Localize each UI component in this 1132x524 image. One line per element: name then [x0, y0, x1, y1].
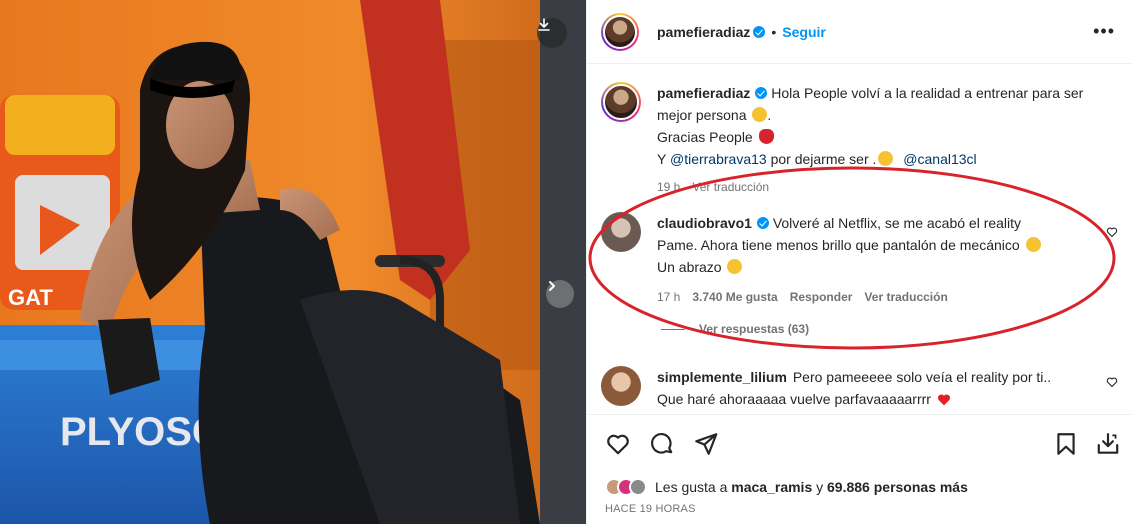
comment-text-line1: Pero pameeeee solo veía el reality por t… [792, 369, 1052, 385]
likes-user[interactable]: maca_ramis [731, 479, 812, 495]
view-replies-label: Ver respuestas (63) [699, 322, 810, 336]
post-detail-panel: pamefieradiaz • Seguir ••• pamefieradiaz… [586, 0, 1132, 524]
mention-tierrabrava13[interactable]: @tierrabrava13 [670, 151, 767, 167]
comment-username[interactable]: simplemente_lilium [657, 369, 787, 385]
caption-text-line2: Gracias People [657, 129, 753, 145]
view-replies-button[interactable]: Ver respuestas (63) [661, 322, 809, 336]
verified-badge-icon [756, 217, 769, 229]
comment-likes-count[interactable]: 3.740 Me gusta [692, 286, 777, 308]
comment-reply-button[interactable]: Responder [790, 286, 853, 308]
lips-emoji-icon [758, 129, 774, 144]
comment-time: 17 h [657, 290, 681, 304]
post-timestamp: HACE 19 HORAS [605, 503, 696, 515]
cooler-label: PLYOSO [60, 410, 223, 454]
comment-like-heart-icon[interactable] [1106, 376, 1118, 388]
comment-text-line1: Volveré al Netflix, se me acabó el reali… [772, 215, 1022, 231]
likes-others[interactable]: 69.886 personas más [827, 479, 968, 495]
zany-face-emoji-icon [1025, 237, 1041, 252]
comment-text-line2: Que haré ahoraaaaa vuelve parfavaaaaarrr… [657, 391, 931, 407]
comment-item: claudiobravo1 Volveré al Netflix, se me … [601, 212, 1121, 308]
red-heart-emoji-icon [937, 394, 950, 406]
separator-dot: • [771, 23, 777, 40]
post-photo: GAT PLYOSO [0, 0, 586, 524]
comment-text-line2: Pame. Ahora tiene menos brillo que panta… [657, 237, 1020, 253]
caption-username[interactable]: pamefieradiaz [657, 85, 750, 101]
caption-time: 19 h [657, 180, 681, 194]
author-avatar[interactable] [601, 12, 639, 51]
comment-item: simplemente_lilium Pero pameeeee solo ve… [601, 366, 1121, 410]
commenter-avatar[interactable] [601, 366, 641, 406]
follow-button[interactable]: Seguir [782, 24, 826, 40]
author-username[interactable]: pamefieradiaz [657, 24, 750, 40]
chevron-right-icon [549, 281, 555, 291]
download-tray-icon[interactable] [1095, 431, 1121, 457]
post-media[interactable]: GAT PLYOSO [0, 0, 586, 524]
more-options-icon[interactable]: ••• [1093, 22, 1115, 40]
mention-canal13cl[interactable]: @canal13cl [903, 151, 976, 167]
hugging-face-emoji-icon [727, 259, 743, 274]
next-image-button[interactable] [546, 280, 574, 308]
likes-prefix: Les gusta a [655, 479, 728, 495]
caption-text-line3: por dejarme ser . [770, 151, 877, 167]
download-button[interactable] [537, 18, 567, 48]
comment-username[interactable]: claudiobravo1 [657, 215, 752, 231]
save-bookmark-icon[interactable] [1053, 431, 1079, 457]
verified-badge-icon [755, 87, 768, 99]
post-caption: pamefieradiaz Hola People volví a la rea… [601, 82, 1121, 198]
caption-avatar[interactable] [601, 82, 641, 122]
bottle-label: GAT [8, 285, 53, 310]
comment-bubble-icon[interactable] [649, 431, 675, 457]
like-heart-icon[interactable] [605, 431, 631, 457]
caption-text-prefix: Y [657, 151, 667, 167]
comment-like-heart-icon[interactable] [1106, 226, 1118, 238]
caption-translate-link[interactable]: Ver traducción [692, 176, 769, 198]
verified-badge-icon [753, 25, 766, 38]
likes-joiner: y [816, 479, 824, 495]
share-paper-plane-icon[interactable] [693, 431, 719, 457]
likes-summary: Les gusta a maca_ramis y 69.886 personas… [605, 478, 968, 496]
comment-text-line3: Un abrazo [657, 259, 722, 275]
liker-avatar[interactable] [629, 478, 647, 496]
commenter-avatar[interactable] [601, 212, 641, 252]
comment-translate-link[interactable]: Ver traducción [864, 286, 947, 308]
download-icon [538, 18, 550, 31]
replies-divider [661, 328, 685, 330]
post-header: pamefieradiaz • Seguir ••• [587, 0, 1132, 64]
laughing-emoji-icon [752, 107, 768, 122]
wink-kiss-emoji-icon [878, 151, 894, 166]
